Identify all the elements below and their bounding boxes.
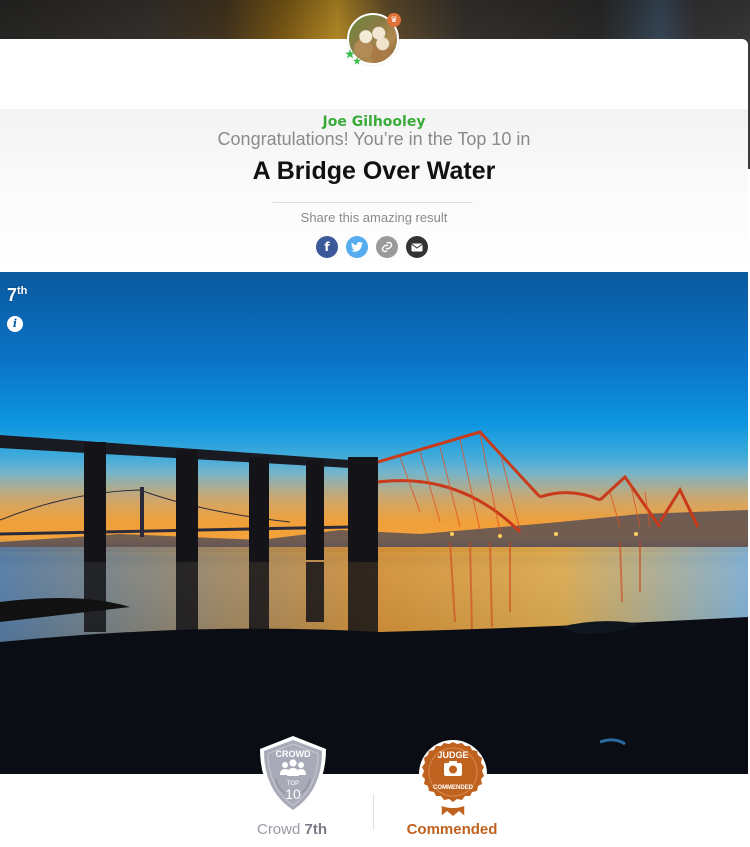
- copy-link-button[interactable]: [376, 236, 398, 258]
- crowd-badge-top-text: CROWD: [276, 749, 311, 759]
- twitter-share-button[interactable]: [346, 236, 368, 258]
- share-buttons: f: [316, 236, 436, 258]
- user-avatar-wrap[interactable]: ♛: [345, 13, 401, 65]
- twitter-icon: [351, 242, 363, 252]
- badge-divider: [373, 794, 374, 830]
- congrats-panel: Congratulations! You’re in the Top 10 in…: [0, 109, 748, 272]
- username[interactable]: Joe Gilhooley: [0, 114, 748, 130]
- rank-suffix: th: [17, 285, 28, 297]
- judge-badge-bottom-text: COMMENDED: [433, 785, 474, 791]
- rank-label: 7th: [7, 285, 27, 306]
- crowd-top10-badge[interactable]: CROWD TOP 10: [258, 735, 328, 815]
- facebook-share-button[interactable]: f: [316, 236, 338, 258]
- judge-commended-badge[interactable]: JUDGE COMMENDED: [417, 739, 489, 819]
- share-label: Share this amazing result: [300, 210, 448, 225]
- badges-section: [0, 774, 750, 847]
- crowd-badge-number: 10: [285, 786, 301, 802]
- facebook-icon: f: [324, 240, 330, 254]
- photo[interactable]: 7th i: [0, 272, 748, 774]
- bridge-illustration: [0, 430, 748, 774]
- stars-icon: [345, 49, 361, 65]
- camera-icon: [444, 761, 462, 776]
- judge-badge-top-text: JUDGE: [437, 750, 468, 760]
- rank-number: 7: [7, 285, 18, 305]
- congrats-text: Congratulations! You’re in the Top 10 in: [217, 129, 531, 149]
- info-icon[interactable]: i: [7, 316, 23, 332]
- divider: [273, 202, 473, 203]
- crowd-rank-value: 7th: [304, 821, 328, 838]
- contest-title[interactable]: A Bridge Over Water: [0, 157, 748, 186]
- crowd-label-prefix: Crowd: [256, 821, 301, 838]
- result-page: Congratulations! You’re in the Top 10 in…: [0, 0, 750, 847]
- email-share-button[interactable]: [406, 236, 428, 258]
- judge-result-label: Commended: [406, 821, 498, 838]
- crowd-result-label: Crowd 7th: [232, 821, 352, 838]
- link-icon: [381, 241, 393, 253]
- envelope-icon: [411, 243, 423, 251]
- crown-icon: ♛: [387, 13, 401, 27]
- result-card: Congratulations! You’re in the Top 10 in…: [0, 13, 748, 272]
